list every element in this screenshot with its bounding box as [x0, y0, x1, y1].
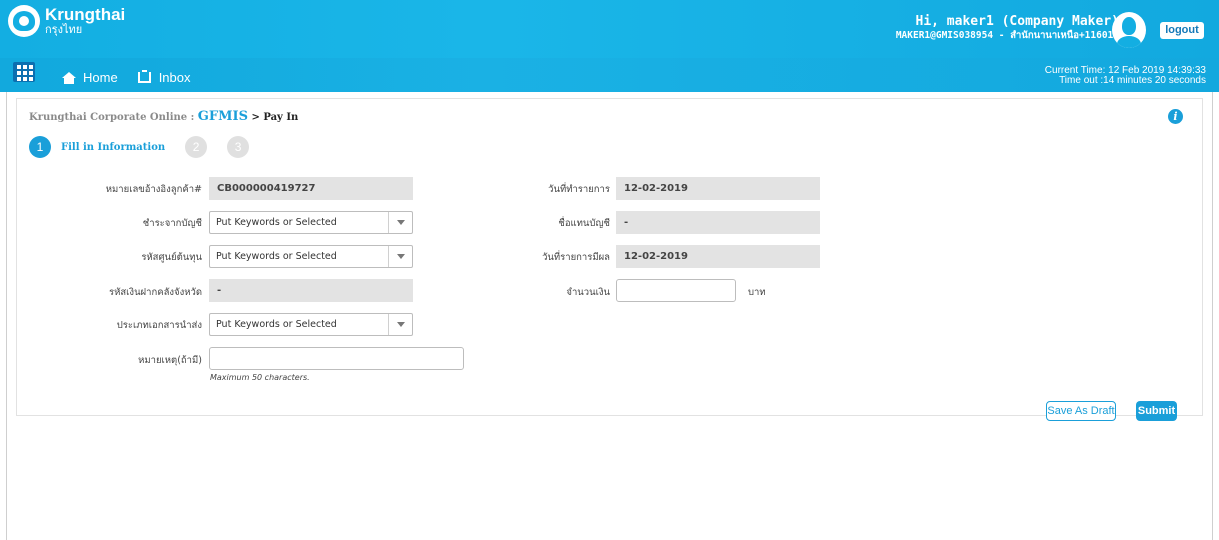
logout-button[interactable]: logout: [1160, 22, 1204, 39]
account-name-field: -: [616, 211, 820, 234]
remark-hint: Maximum 50 characters.: [210, 373, 310, 382]
logo-subtitle: กรุงไทย: [45, 24, 83, 36]
doc-type-placeholder: Put Keywords or Selected: [216, 319, 337, 330]
session-time: Current Time: 12 Feb 2019 14:39:33 Time …: [1045, 66, 1206, 86]
app-grid-icon[interactable]: [13, 62, 35, 82]
inbox-icon: [137, 70, 151, 83]
pay-from-label: ชำระจากบัญชี: [142, 218, 202, 229]
step-1-label: Fill in Information: [61, 141, 166, 153]
nav-inbox-label: Inbox: [158, 70, 191, 85]
info-icon[interactable]: i: [1168, 109, 1183, 124]
customer-ref-field: CB000000419727: [209, 177, 413, 200]
step-3: 3: [227, 136, 250, 158]
pay-from-select[interactable]: Put Keywords or Selected: [209, 211, 413, 234]
nav-home-label: Home: [83, 70, 118, 85]
tx-date-field: 12-02-2019: [616, 177, 820, 200]
chevron-down-icon[interactable]: [388, 314, 412, 335]
remark-input[interactable]: [209, 347, 464, 370]
chevron-down-icon[interactable]: [388, 212, 412, 233]
avatar[interactable]: [1112, 12, 1146, 48]
breadcrumb-root[interactable]: Krungthai Corporate Online :: [29, 112, 198, 123]
tx-date-label: วันที่ทำรายการ: [548, 184, 610, 195]
step-2: 2: [185, 136, 208, 158]
save-draft-button[interactable]: Save As Draft: [1046, 401, 1116, 421]
breadcrumb: Krungthai Corporate Online : GFMIS > Pay…: [29, 109, 298, 124]
user-account: MAKER1@GMIS038954 - สำนักนานาเหนือ+11601…: [895, 30, 1119, 41]
amount-input[interactable]: [616, 279, 736, 302]
doc-type-label: ประเภทเอกสารนำส่ง: [116, 320, 202, 331]
home-icon: [62, 71, 76, 84]
breadcrumb-current: > Pay In: [247, 112, 299, 123]
cost-center-select[interactable]: Put Keywords or Selected: [209, 245, 413, 268]
effective-date-label: วันที่รายการมีผล: [542, 252, 610, 263]
cost-center-label: รหัสศูนย์ต้นทุน: [141, 252, 202, 263]
user-icon: [1122, 17, 1136, 35]
breadcrumb-gfmis[interactable]: GFMIS: [198, 109, 248, 124]
krungthai-logo-icon: [8, 5, 40, 37]
customer-ref-label: หมายเลขอ้างอิงลูกค้า#: [105, 184, 202, 195]
nav-home[interactable]: Home: [62, 70, 118, 85]
pay-from-placeholder: Put Keywords or Selected: [216, 217, 337, 228]
user-info: Hi, maker1 (Company Maker) MAKER1@GMIS03…: [896, 14, 1119, 42]
doc-type-select[interactable]: Put Keywords or Selected: [209, 313, 413, 336]
top-header: Krungthai กรุงไทย Hi, maker1 (Company Ma…: [0, 0, 1219, 92]
logo-name: Krungthai: [45, 5, 126, 24]
effective-date-field: 12-02-2019: [616, 245, 820, 268]
wizard-steps: 1 Fill in Information 2 3: [29, 136, 250, 158]
bank-logo[interactable]: Krungthai กรุงไทย: [8, 5, 125, 37]
session-timeout: Time out :14 minutes 20 seconds: [1059, 75, 1206, 86]
cost-center-placeholder: Put Keywords or Selected: [216, 251, 337, 262]
amount-label: จำนวนเงิน: [566, 287, 610, 298]
remark-label: หมายเหตุ(ถ้ามี): [138, 355, 202, 366]
main-nav: Home Inbox: [62, 70, 211, 85]
account-name-label: ชื่อแทนบัญชี: [558, 218, 610, 229]
user-greeting: Hi, maker1 (Company Maker): [915, 14, 1120, 29]
chevron-down-icon[interactable]: [388, 246, 412, 267]
step-1: 1: [29, 136, 51, 158]
deposit-code-label: รหัสเงินฝากคลังจังหวัด: [109, 287, 202, 298]
amount-unit: บาท: [748, 287, 766, 298]
deposit-code-field: -: [209, 279, 413, 302]
submit-button[interactable]: Submit: [1136, 401, 1177, 421]
nav-inbox[interactable]: Inbox: [137, 70, 191, 85]
